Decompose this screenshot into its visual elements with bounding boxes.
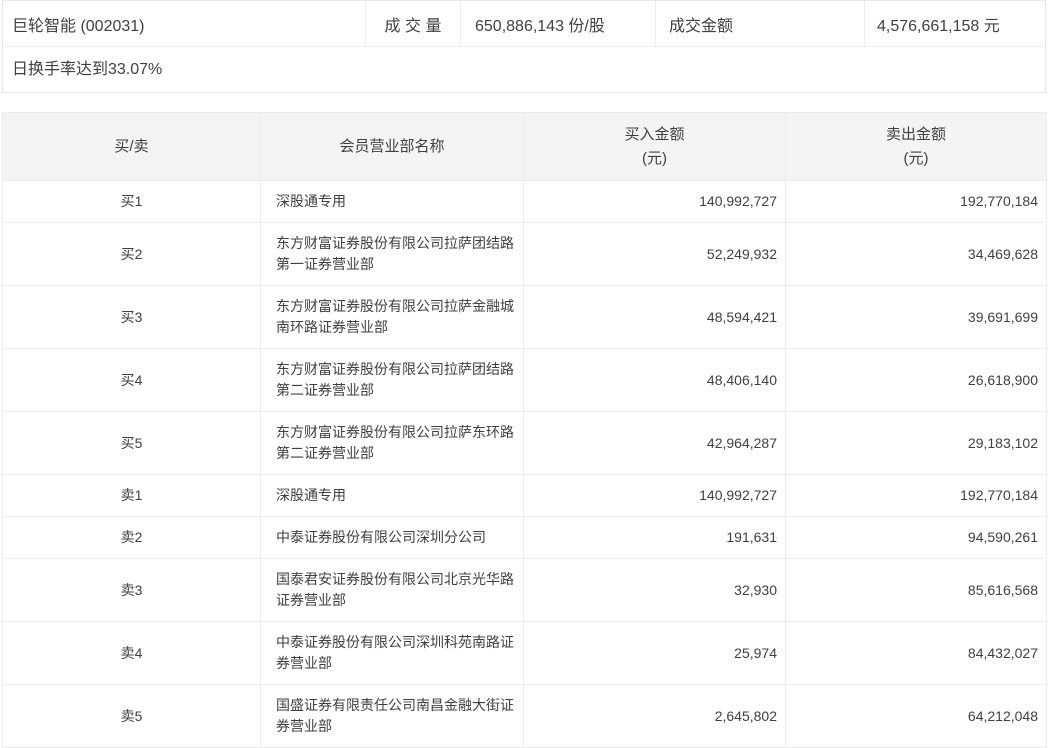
table-row: 买5 东方财富证券股份有限公司拉萨东环路第二证券营业部 42,964,287 2… xyxy=(3,412,1047,475)
volume-label: 成 交 量 xyxy=(365,1,460,46)
buy-amount-cell: 32,930 xyxy=(524,559,786,622)
branch-name-cell: 中泰证券股份有限公司深圳科苑南路证券营业部 xyxy=(261,622,524,685)
branch-name-cell: 东方财富证券股份有限公司拉萨东环路第二证券营业部 xyxy=(261,412,524,475)
col-header-sell-amount-line2: (元) xyxy=(787,147,1045,171)
table-header-row: 买/卖 会员营业部名称 买入金额 (元) 卖出金额 (元) xyxy=(3,113,1047,181)
col-header-buy-amount: 买入金额 (元) xyxy=(524,113,786,181)
sell-amount-cell: 64,212,048 xyxy=(786,685,1047,748)
side-rank-cell: 卖5 xyxy=(3,685,261,748)
side-rank-cell: 卖1 xyxy=(3,475,261,517)
sell-amount-cell: 85,616,568 xyxy=(786,559,1047,622)
table-row: 卖2 中泰证券股份有限公司深圳分公司 191,631 94,590,261 xyxy=(3,517,1047,559)
branch-name-cell: 国盛证券有限责任公司南昌金融大街证券营业部 xyxy=(261,685,524,748)
col-header-sell-amount: 卖出金额 (元) xyxy=(786,113,1047,181)
buy-amount-cell: 140,992,727 xyxy=(524,475,786,517)
branch-name-cell: 中泰证券股份有限公司深圳分公司 xyxy=(261,517,524,559)
col-header-side: 买/卖 xyxy=(3,113,261,181)
stock-summary-row: 巨轮智能 (002031) 成 交 量 650,886,143 份/股 成交金额… xyxy=(3,1,1045,47)
buy-amount-cell: 25,974 xyxy=(524,622,786,685)
sell-amount-cell: 26,618,900 xyxy=(786,349,1047,412)
buy-amount-cell: 2,645,802 xyxy=(524,685,786,748)
branch-name-cell: 深股通专用 xyxy=(261,181,524,223)
side-rank-cell: 买3 xyxy=(3,286,261,349)
sell-amount-cell: 34,469,628 xyxy=(786,223,1047,286)
turnover-amount-value: 4,576,661,158 元 xyxy=(864,1,1045,46)
table-row: 卖3 国泰君安证券股份有限公司北京光华路证券营业部 32,930 85,616,… xyxy=(3,559,1047,622)
side-rank-cell: 卖4 xyxy=(3,622,261,685)
col-header-buy-amount-line2: (元) xyxy=(525,147,784,171)
table-row: 卖5 国盛证券有限责任公司南昌金融大街证券营业部 2,645,802 64,21… xyxy=(3,685,1047,748)
buy-amount-cell: 191,631 xyxy=(524,517,786,559)
table-row: 买2 东方财富证券股份有限公司拉萨团结路第一证券营业部 52,249,932 3… xyxy=(3,223,1047,286)
side-rank-cell: 买4 xyxy=(3,349,261,412)
table-row: 卖1 深股通专用 140,992,727 192,770,184 xyxy=(3,475,1047,517)
table-row: 买1 深股通专用 140,992,727 192,770,184 xyxy=(3,181,1047,223)
sell-amount-cell: 192,770,184 xyxy=(786,475,1047,517)
side-rank-cell: 买1 xyxy=(3,181,261,223)
buy-amount-cell: 140,992,727 xyxy=(524,181,786,223)
stock-title: 巨轮智能 (002031) xyxy=(3,1,365,46)
sell-amount-cell: 94,590,261 xyxy=(786,517,1047,559)
table-row: 买4 东方财富证券股份有限公司拉萨团结路第二证券营业部 48,406,140 2… xyxy=(3,349,1047,412)
turnover-amount-label: 成交金额 xyxy=(655,1,864,46)
side-rank-cell: 买2 xyxy=(3,223,261,286)
table-body: 买1 深股通专用 140,992,727 192,770,184 买2 东方财富… xyxy=(3,181,1047,748)
branch-name-cell: 国泰君安证券股份有限公司北京光华路证券营业部 xyxy=(261,559,524,622)
side-rank-cell: 卖3 xyxy=(3,559,261,622)
branch-name-cell: 东方财富证券股份有限公司拉萨团结路第二证券营业部 xyxy=(261,349,524,412)
turnover-rate-note: 日换手率达到33.07% xyxy=(3,47,1045,92)
sell-amount-cell: 192,770,184 xyxy=(786,181,1047,223)
branch-name-cell: 东方财富证券股份有限公司拉萨金融城南环路证券营业部 xyxy=(261,286,524,349)
col-header-sell-amount-line1: 卖出金额 xyxy=(787,123,1045,147)
sell-amount-cell: 29,183,102 xyxy=(786,412,1047,475)
sell-amount-cell: 39,691,699 xyxy=(786,286,1047,349)
side-rank-cell: 卖2 xyxy=(3,517,261,559)
stock-summary-panel: 巨轮智能 (002031) 成 交 量 650,886,143 份/股 成交金额… xyxy=(2,0,1046,93)
broker-seats-table: 买/卖 会员营业部名称 买入金额 (元) 卖出金额 (元) 买1 深股通专用 1… xyxy=(2,112,1047,748)
buy-amount-cell: 48,406,140 xyxy=(524,349,786,412)
side-rank-cell: 买5 xyxy=(3,412,261,475)
buy-amount-cell: 48,594,421 xyxy=(524,286,786,349)
branch-name-cell: 东方财富证券股份有限公司拉萨团结路第一证券营业部 xyxy=(261,223,524,286)
volume-value: 650,886,143 份/股 xyxy=(460,1,655,46)
sell-amount-cell: 84,432,027 xyxy=(786,622,1047,685)
page-container: 巨轮智能 (002031) 成 交 量 650,886,143 份/股 成交金额… xyxy=(2,0,1046,748)
table-row: 卖4 中泰证券股份有限公司深圳科苑南路证券营业部 25,974 84,432,0… xyxy=(3,622,1047,685)
table-row: 买3 东方财富证券股份有限公司拉萨金融城南环路证券营业部 48,594,421 … xyxy=(3,286,1047,349)
branch-name-cell: 深股通专用 xyxy=(261,475,524,517)
col-header-branch: 会员营业部名称 xyxy=(261,113,524,181)
buy-amount-cell: 52,249,932 xyxy=(524,223,786,286)
col-header-buy-amount-line1: 买入金额 xyxy=(525,123,784,147)
buy-amount-cell: 42,964,287 xyxy=(524,412,786,475)
